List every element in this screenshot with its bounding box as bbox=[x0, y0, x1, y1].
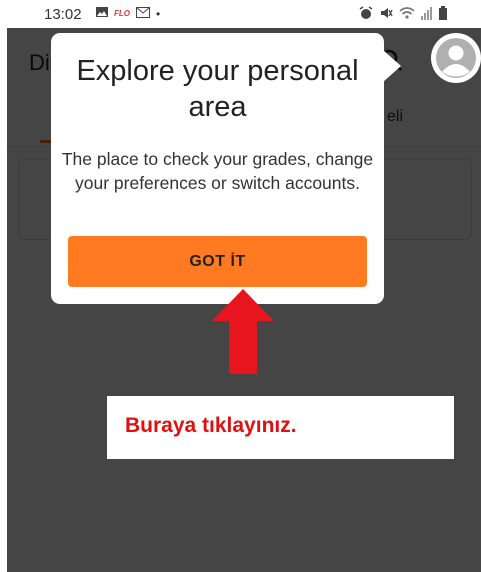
wifi-icon bbox=[399, 6, 415, 23]
status-time: 13:02 bbox=[44, 6, 82, 23]
onboarding-popup: Explore your personal area The place to … bbox=[51, 33, 384, 304]
mute-icon bbox=[379, 6, 393, 23]
flo-icon: FLO bbox=[114, 9, 130, 18]
status-icons-left: FLO • bbox=[96, 6, 160, 21]
popup-pointer bbox=[383, 50, 401, 82]
gmail-icon bbox=[136, 6, 150, 21]
status-bar: 13:02 FLO • bbox=[0, 0, 481, 28]
red-arrow-icon bbox=[212, 289, 274, 374]
avatar[interactable] bbox=[431, 33, 481, 83]
signal-icon bbox=[421, 6, 433, 23]
user-icon bbox=[436, 38, 476, 78]
image-icon bbox=[96, 6, 108, 21]
popup-description: The place to check your grades, change y… bbox=[61, 149, 374, 193]
annotation-text: Buraya tıklayınız. bbox=[125, 414, 297, 437]
battery-icon bbox=[439, 6, 447, 23]
got-it-button[interactable]: GOT İT bbox=[68, 236, 367, 287]
popup-title: Explore your personal area bbox=[76, 55, 359, 123]
status-icons-right bbox=[359, 6, 447, 23]
annotation-box: Buraya tıklayınız. bbox=[107, 396, 454, 459]
dot-icon: • bbox=[156, 6, 161, 21]
alarm-icon bbox=[359, 6, 373, 23]
